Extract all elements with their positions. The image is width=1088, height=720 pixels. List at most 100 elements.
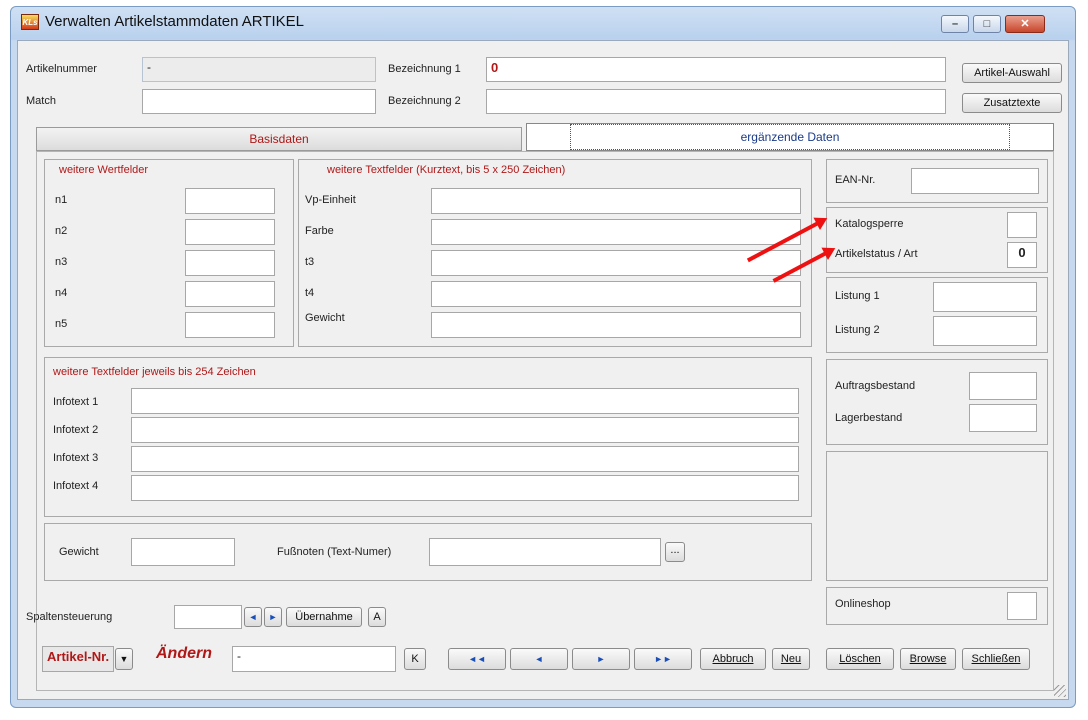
- n2-label: n2: [55, 225, 68, 237]
- infotext1-label: Infotext 1: [53, 396, 99, 408]
- spaltensteuerung-label: Spaltensteuerung: [26, 611, 113, 623]
- t4-label: t4: [305, 287, 315, 299]
- t3-label: t3: [305, 256, 315, 268]
- spalte-prev-button[interactable]: ◄: [244, 607, 262, 627]
- farbe-field[interactable]: [431, 219, 801, 245]
- wertfelder-group: weitere Wertfelder n1 n2 n3 n4 n5: [44, 159, 294, 347]
- app-logo-icon: KLs: [21, 14, 39, 30]
- bezeichnung1-field[interactable]: 0: [486, 57, 946, 82]
- katalogsperre-field[interactable]: [1007, 212, 1037, 238]
- lagerbestand-field[interactable]: [969, 404, 1037, 432]
- first-record-button[interactable]: ◄◄: [448, 648, 506, 670]
- tab-ergaenzende-daten-label: ergänzende Daten: [569, 124, 1011, 150]
- n5-field[interactable]: [185, 312, 275, 338]
- bottom-search-field[interactable]: -: [232, 646, 396, 672]
- gewicht-field[interactable]: [131, 538, 235, 566]
- vp-einheit-field[interactable]: [431, 188, 801, 214]
- key-select-dropdown-icon[interactable]: ▼: [115, 648, 133, 670]
- client-area: Artikelnummer - Match Bezeichnung 1 0 Be…: [17, 40, 1069, 700]
- t3-field[interactable]: [431, 250, 801, 276]
- gewicht-text-label: Gewicht: [305, 312, 345, 324]
- n3-label: n3: [55, 256, 68, 268]
- listung1-label: Listung 1: [835, 290, 880, 302]
- spalte-next-button[interactable]: ►: [264, 607, 282, 627]
- bezeichnung1-label: Bezeichnung 1: [388, 63, 461, 75]
- empty-group: [826, 451, 1048, 581]
- bezeichnung2-label: Bezeichnung 2: [388, 95, 461, 107]
- zusatztexte-button[interactable]: Zusatztexte: [962, 93, 1062, 113]
- auftragsbestand-field[interactable]: [969, 372, 1037, 400]
- gewicht-group: Gewicht Fußnoten (Text-Numer) ...: [44, 523, 812, 581]
- farbe-label: Farbe: [305, 225, 334, 237]
- onlineshop-group: Onlineshop: [826, 587, 1048, 625]
- katalog-group: Katalogsperre Artikelstatus / Art 0: [826, 207, 1048, 273]
- infotext3-field[interactable]: [131, 446, 799, 472]
- n1-field[interactable]: [185, 188, 275, 214]
- listung1-field[interactable]: [933, 282, 1037, 312]
- fussnoten-ellipsis-button[interactable]: ...: [665, 542, 685, 562]
- key-select[interactable]: Artikel-Nr.: [42, 646, 114, 672]
- infotext3-label: Infotext 3: [53, 452, 99, 464]
- lagerbestand-label: Lagerbestand: [835, 412, 903, 424]
- onlineshop-field[interactable]: [1007, 592, 1037, 620]
- minimize-button[interactable]: –: [941, 15, 969, 33]
- infotext2-field[interactable]: [131, 417, 799, 443]
- gewicht-label: Gewicht: [59, 546, 99, 558]
- wertfelder-title: weitere Wertfelder: [59, 164, 149, 176]
- tab-ergaenzende-daten[interactable]: ergänzende Daten: [526, 123, 1054, 151]
- artikelnummer-field[interactable]: -: [142, 57, 376, 82]
- ean-label: EAN-Nr.: [835, 174, 876, 186]
- infotext4-field[interactable]: [131, 475, 799, 501]
- ean-group: EAN-Nr.: [826, 159, 1048, 203]
- bestand-group: Auftragsbestand Lagerbestand: [826, 359, 1048, 445]
- auftragsbestand-label: Auftragsbestand: [835, 380, 916, 392]
- title-bar[interactable]: KLs Verwalten Artikelstammdaten ARTIKEL …: [11, 7, 1075, 39]
- n1-label: n1: [55, 194, 68, 206]
- n4-label: n4: [55, 287, 68, 299]
- bezeichnung2-field[interactable]: [486, 89, 946, 114]
- neu-button[interactable]: Neu: [772, 648, 810, 670]
- close-button[interactable]: ✕: [1005, 15, 1045, 33]
- artikelstatus-field[interactable]: 0: [1007, 242, 1037, 268]
- infotexte-title: weitere Textfelder jeweils bis 254 Zeich…: [53, 366, 256, 378]
- gewicht-text-field[interactable]: [431, 312, 801, 338]
- infotexte-group: weitere Textfelder jeweils bis 254 Zeich…: [44, 357, 812, 517]
- a-button[interactable]: A: [368, 607, 386, 627]
- uebernahme-button[interactable]: Übernahme: [286, 607, 362, 627]
- katalogsperre-label: Katalogsperre: [835, 218, 904, 230]
- window-title: Verwalten Artikelstammdaten ARTIKEL: [45, 13, 305, 30]
- textfelder-title: weitere Textfelder (Kurztext, bis 5 x 25…: [327, 164, 566, 176]
- artikelstatus-label: Artikelstatus / Art: [835, 248, 918, 260]
- fussnoten-field[interactable]: [429, 538, 661, 566]
- last-record-button[interactable]: ►►: [634, 648, 692, 670]
- schliessen-button[interactable]: Schließen: [962, 648, 1030, 670]
- vp-einheit-label: Vp-Einheit: [305, 194, 356, 206]
- n3-field[interactable]: [185, 250, 275, 276]
- n4-field[interactable]: [185, 281, 275, 307]
- resize-grip-icon[interactable]: [1054, 685, 1066, 697]
- maximize-button[interactable]: □: [973, 15, 1001, 33]
- mode-label: Ändern: [156, 645, 212, 662]
- n2-field[interactable]: [185, 219, 275, 245]
- k-button[interactable]: K: [404, 648, 426, 670]
- tab-basisdaten[interactable]: Basisdaten: [36, 127, 522, 151]
- listung2-field[interactable]: [933, 316, 1037, 346]
- artikel-auswahl-button[interactable]: Artikel-Auswahl: [962, 63, 1062, 83]
- prev-record-button[interactable]: ◄: [510, 648, 568, 670]
- abbruch-button[interactable]: Abbruch: [700, 648, 766, 670]
- infotext4-label: Infotext 4: [53, 480, 99, 492]
- app-window: KLs Verwalten Artikelstammdaten ARTIKEL …: [10, 6, 1076, 708]
- onlineshop-label: Onlineshop: [835, 598, 891, 610]
- ean-field[interactable]: [911, 168, 1039, 194]
- match-label: Match: [26, 95, 56, 107]
- infotext2-label: Infotext 2: [53, 424, 99, 436]
- t4-field[interactable]: [431, 281, 801, 307]
- listung2-label: Listung 2: [835, 324, 880, 336]
- loeschen-button[interactable]: Löschen: [826, 648, 894, 670]
- listung-group: Listung 1 Listung 2: [826, 277, 1048, 353]
- infotext1-field[interactable]: [131, 388, 799, 414]
- match-field[interactable]: [142, 89, 376, 114]
- spaltensteuerung-field[interactable]: [174, 605, 242, 629]
- browse-button[interactable]: Browse: [900, 648, 956, 670]
- next-record-button[interactable]: ►: [572, 648, 630, 670]
